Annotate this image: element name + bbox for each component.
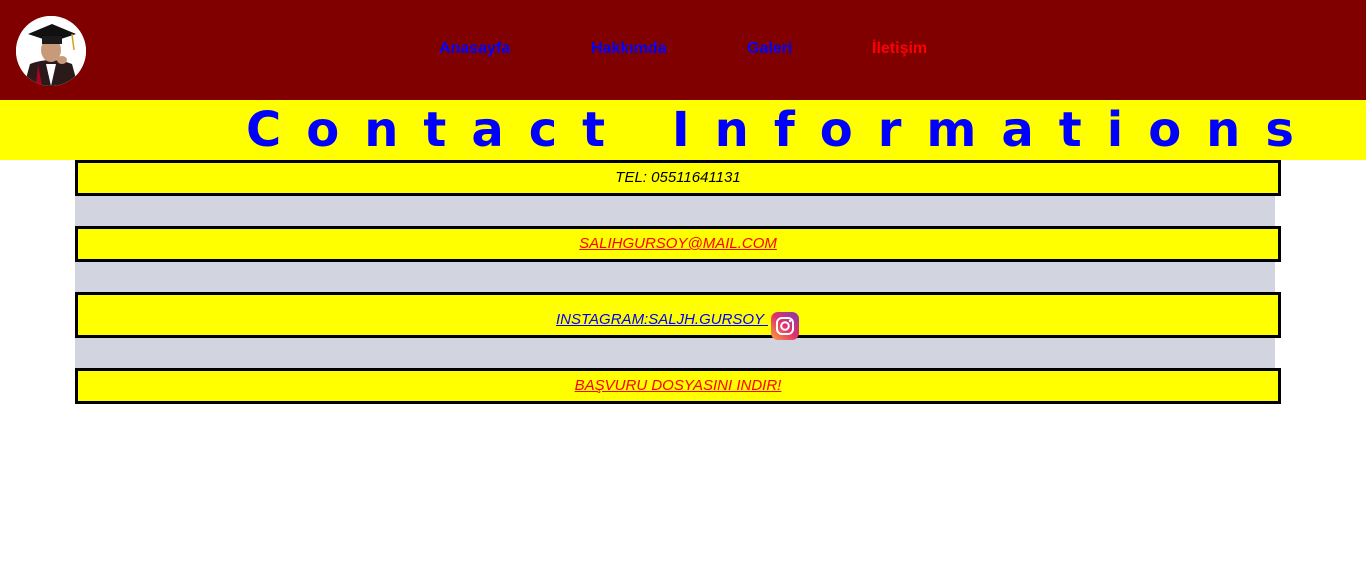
- site-header: Anasayfa Hakkımda Galeri İletişim: [0, 0, 1366, 100]
- phone-text: TEL: 05511641131: [615, 169, 741, 186]
- instagram-box: INSTAGRAM:SALJH.GURSOY: [75, 292, 1281, 340]
- nav-about-link[interactable]: Hakkımda: [591, 40, 667, 58]
- download-box: BAŞVURU DOSYASINI INDIR!: [75, 368, 1281, 404]
- phone-box: TEL: 05511641131: [75, 160, 1281, 196]
- nav-contact-link[interactable]: İletişim: [872, 40, 927, 58]
- page-title: Contact Informations: [246, 102, 1319, 158]
- nav-home-link[interactable]: Anasayfa: [439, 40, 510, 58]
- instagram-link[interactable]: INSTAGRAM:SALJH.GURSOY: [556, 311, 800, 340]
- title-banner: Contact Informations: [0, 100, 1366, 160]
- download-application-link[interactable]: BAŞVURU DOSYASINI INDIR!: [575, 377, 782, 394]
- instagram-link-text[interactable]: INSTAGRAM:SALJH.GURSOY: [556, 311, 764, 328]
- instagram-icon[interactable]: [770, 311, 800, 341]
- graduate-avatar-icon: [16, 16, 86, 86]
- nav-gallery-link[interactable]: Galeri: [747, 40, 792, 58]
- email-link[interactable]: SALIHGURSOY@MAIL.COM: [579, 235, 777, 252]
- email-box: SALIHGURSOY@MAIL.COM: [75, 226, 1281, 262]
